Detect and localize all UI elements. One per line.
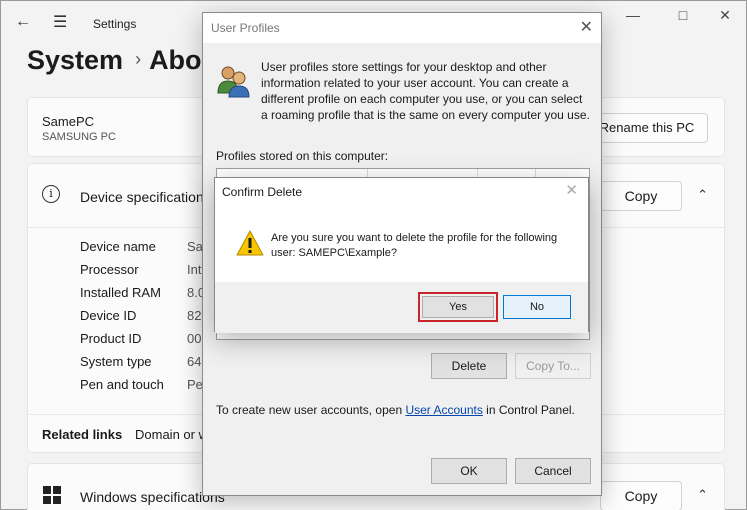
warning-icon — [236, 230, 264, 256]
yes-button[interactable]: Yes — [422, 296, 494, 318]
confirm-delete-message: Are you sure you want to delete the prof… — [271, 232, 558, 259]
hamburger-menu-icon[interactable]: ☰ — [53, 12, 67, 32]
confirm-delete-footer: Yes No — [215, 282, 588, 333]
users-icon — [217, 66, 250, 98]
close-icon[interactable]: ✕ — [705, 7, 745, 24]
spec-label-device-id: Device ID — [80, 308, 137, 323]
breadcrumb-parent[interactable]: System — [27, 45, 123, 75]
window-title: Settings — [93, 17, 137, 31]
spec-label-device-name: Device name — [80, 239, 156, 254]
spec-label-processor: Processor — [80, 262, 139, 277]
pc-model: SAMSUNG PC — [42, 131, 116, 143]
close-icon[interactable]: ✕ — [580, 17, 593, 37]
delete-button[interactable]: Delete — [431, 353, 507, 379]
confirm-delete-title: Confirm Delete — [222, 185, 303, 199]
minimize-icon[interactable]: — — [613, 7, 653, 23]
info-icon: i — [42, 185, 60, 203]
profiles-stored-label: Profiles stored on this computer: — [216, 149, 389, 163]
copy-to-button[interactable]: Copy To... — [515, 353, 591, 379]
spec-label-system-type: System type — [80, 354, 152, 369]
maximize-icon[interactable]: □ — [663, 7, 703, 23]
domain-or-workgroup-link[interactable]: Domain or w — [135, 427, 208, 442]
confirm-delete-dialog: Confirm Delete ✕ Are you sure you want t… — [214, 177, 589, 333]
create-accounts-prefix: To create new user accounts, open — [216, 403, 406, 417]
chevron-up-icon[interactable]: ⌃ — [697, 487, 708, 503]
close-icon[interactable]: ✕ — [565, 181, 578, 199]
back-arrow-icon[interactable]: ← — [15, 13, 31, 31]
ok-button[interactable]: OK — [431, 458, 507, 484]
create-accounts-suffix: in Control Panel. — [482, 403, 575, 417]
cancel-button[interactable]: Cancel — [515, 458, 591, 484]
user-profiles-titlebar: User Profiles ✕ — [203, 13, 601, 43]
create-accounts-text: To create new user accounts, open User A… — [216, 403, 575, 417]
windows-logo-icon — [43, 486, 61, 504]
spec-label-installed-ram: Installed RAM — [80, 285, 161, 300]
spec-label-product-id: Product ID — [80, 331, 142, 346]
copy-device-specs-button[interactable]: Copy — [600, 181, 682, 211]
user-profiles-description: User profiles store settings for your de… — [261, 60, 590, 122]
breadcrumb: System › About — [27, 45, 227, 76]
user-profiles-title: User Profiles — [211, 21, 280, 35]
user-accounts-link[interactable]: User Accounts — [405, 403, 482, 417]
breadcrumb-separator: › — [135, 49, 142, 69]
yes-button-highlight: Yes — [418, 292, 498, 322]
no-button[interactable]: No — [503, 295, 571, 319]
device-specifications-title: Device specifications — [80, 189, 211, 205]
rename-pc-button[interactable]: Rename this PC — [586, 113, 708, 143]
related-links-label: Related links — [42, 427, 123, 442]
copy-windows-specs-button[interactable]: Copy — [600, 481, 682, 510]
pc-name: SamePC — [42, 114, 95, 129]
spec-label-pen-and-touch: Pen and touch — [80, 377, 164, 392]
chevron-up-icon[interactable]: ⌃ — [697, 187, 708, 203]
